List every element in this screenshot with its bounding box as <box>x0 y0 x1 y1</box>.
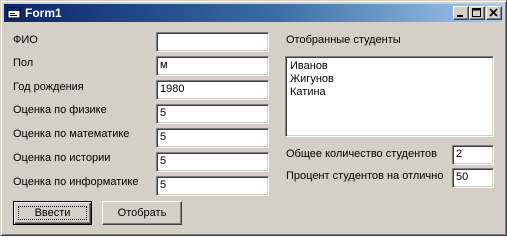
minimize-button[interactable] <box>453 6 469 20</box>
physics-grade-field[interactable]: 5 <box>156 104 269 124</box>
total-students-field[interactable]: 2 <box>452 145 494 165</box>
select-button-label: Отобрать <box>117 207 167 219</box>
window-title: Form1 <box>25 6 62 20</box>
history-grade-field[interactable]: 5 <box>156 152 269 172</box>
birth-year-field[interactable]: 1980 <box>156 80 269 100</box>
minimize-icon <box>457 15 463 17</box>
list-item[interactable]: Жигунов <box>290 73 493 86</box>
total-students-label: Общее количество студентов <box>286 148 438 160</box>
list-item[interactable]: Катина <box>290 86 493 99</box>
excellent-percent-field[interactable]: 50 <box>452 168 494 188</box>
list-item[interactable]: Иванов <box>290 60 493 73</box>
enter-button[interactable]: Ввести <box>13 201 92 225</box>
maximize-button[interactable] <box>469 6 485 20</box>
fio-label: ФИО <box>13 34 38 46</box>
history-grade-label: Оценка по истории <box>13 152 111 164</box>
maximize-icon <box>472 8 481 17</box>
physics-grade-label: Оценка по физике <box>13 104 107 116</box>
select-button[interactable]: Отобрать <box>102 201 182 225</box>
close-button[interactable] <box>486 6 502 20</box>
informatics-grade-field[interactable]: 5 <box>156 176 269 196</box>
math-grade-field[interactable]: 5 <box>156 128 269 148</box>
form-window: Form1 ФИО Пол Год рождения Оценка по физ… <box>0 0 507 236</box>
fio-field[interactable] <box>156 32 269 52</box>
gender-field[interactable]: м <box>156 56 269 76</box>
close-icon <box>489 8 498 17</box>
informatics-grade-label: Оценка по информатике <box>13 176 139 188</box>
selected-students-list[interactable]: Иванов Жигунов Катина <box>285 56 494 137</box>
math-grade-label: Оценка по математике <box>13 128 130 140</box>
enter-button-label: Ввести <box>34 207 71 219</box>
selected-students-label: Отобранные студенты <box>286 34 401 46</box>
gender-label: Пол <box>13 57 34 69</box>
title-bar[interactable]: Form1 <box>4 4 503 22</box>
app-icon[interactable] <box>7 6 21 20</box>
birth-year-label: Год рождения <box>13 81 84 93</box>
excellent-percent-label: Процент студентов на отлично <box>286 170 444 182</box>
